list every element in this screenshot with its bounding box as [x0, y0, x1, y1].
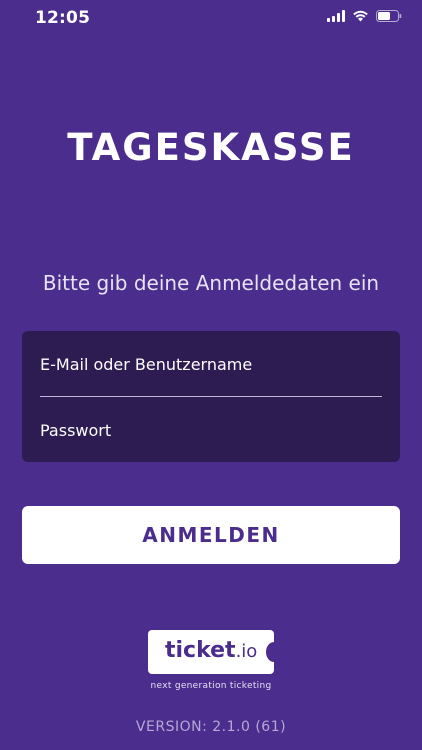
logo-tld: .io	[235, 641, 258, 662]
email-field-wrapper	[40, 342, 382, 386]
logo-notch	[266, 642, 282, 662]
status-icons	[327, 10, 402, 22]
field-divider	[40, 396, 382, 397]
page-title: TAGESKASSE	[67, 126, 355, 169]
logo-tagline: next generation ticketing	[150, 681, 272, 691]
signal-icon	[327, 10, 345, 22]
ticketio-logo: ticket.io	[148, 630, 282, 674]
battery-icon	[376, 10, 402, 22]
password-field-wrapper	[40, 408, 382, 452]
login-instructions: Bitte gib deine Anmeldedaten ein	[42, 271, 380, 295]
wifi-icon	[352, 10, 369, 22]
logo-text: ticket.io	[165, 638, 257, 663]
status-time: 12:05	[35, 8, 91, 28]
logo-name: ticket	[165, 638, 236, 663]
status-bar: 12:05	[0, 0, 422, 36]
version-label: VERSION: 2.1.0 (61)	[135, 719, 287, 735]
password-field[interactable]	[40, 420, 382, 440]
email-field[interactable]	[40, 354, 382, 374]
login-form	[22, 331, 400, 462]
login-button[interactable]: ANMELDEN	[22, 506, 400, 564]
